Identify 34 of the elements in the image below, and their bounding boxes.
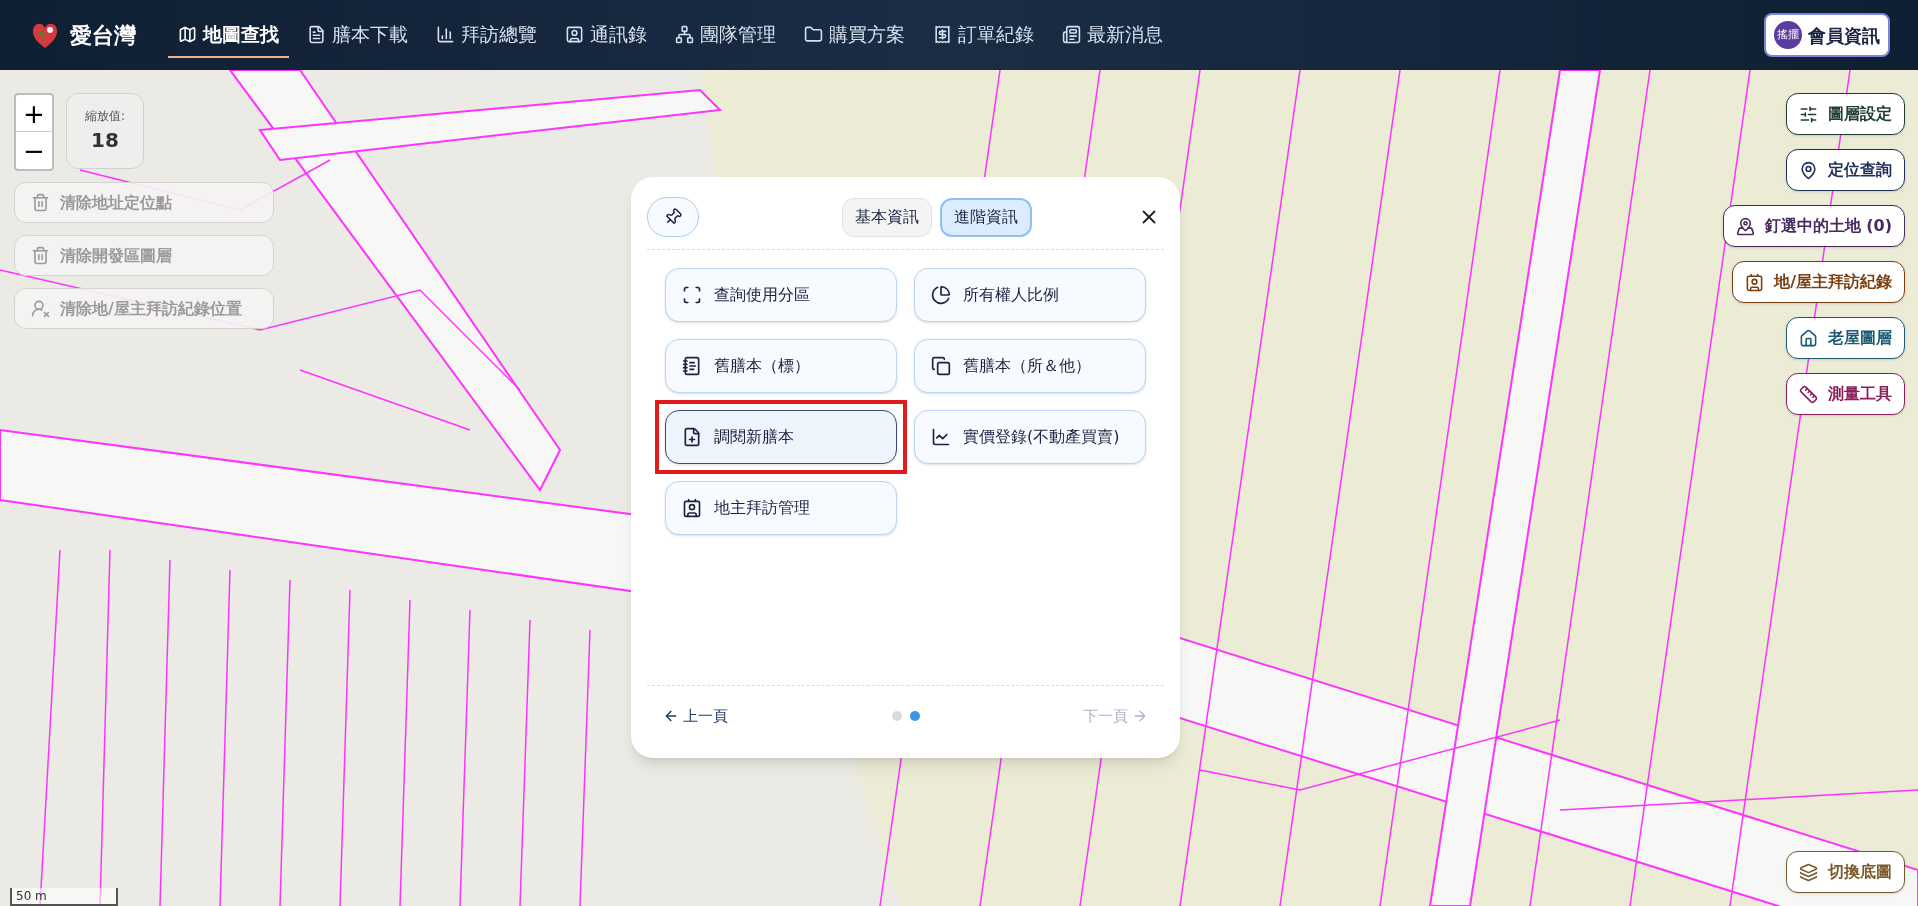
- action-button[interactable]: 實價登錄(不動產買賣): [914, 410, 1146, 464]
- action-button[interactable]: 查詢使用分區: [665, 268, 897, 322]
- avatar-badge: 搖擺: [1774, 21, 1802, 49]
- app-name: 愛台灣: [70, 21, 136, 50]
- action-button[interactable]: 調閱新膳本: [665, 410, 897, 464]
- zoom-in-button[interactable]: +: [16, 95, 52, 132]
- action-button[interactable]: 所有權人比例: [914, 268, 1146, 322]
- zoom-out-button[interactable]: −: [16, 132, 52, 169]
- map-tool-button[interactable]: 測量工具: [1786, 373, 1905, 415]
- tab[interactable]: 進階資訊: [939, 197, 1032, 237]
- nav-link[interactable]: 最新消息: [1052, 11, 1173, 59]
- previous-page-button[interactable]: 上一頁: [663, 704, 728, 728]
- action-button[interactable]: 地主拜訪管理: [665, 481, 897, 535]
- nav-link[interactable]: 通訊錄: [555, 11, 657, 59]
- zoom-label: 縮放值:: [84, 108, 125, 125]
- map-tool-button[interactable]: 老屋圖層: [1786, 317, 1905, 359]
- map-tool-button[interactable]: 定位查詢: [1786, 149, 1905, 191]
- switch-base-map-button[interactable]: 切換底圖: [1786, 851, 1905, 893]
- account-label: 會員資訊: [1808, 23, 1880, 48]
- scale-label: 50 m: [16, 889, 47, 903]
- nav-link[interactable]: 團隊管理: [665, 11, 786, 59]
- map-tool-button[interactable]: 地/屋主拜訪紀錄: [1732, 261, 1905, 303]
- action-button[interactable]: 舊膳本（所＆他）: [914, 339, 1146, 393]
- map-tool-button[interactable]: 圖層設定: [1786, 93, 1905, 135]
- nav-link[interactable]: 購買方案: [794, 11, 915, 59]
- zoom-value: 18: [91, 127, 119, 154]
- map-tool-button[interactable]: 釘選中的土地 (0): [1722, 205, 1905, 247]
- nav-link[interactable]: 訂單紀錄: [923, 11, 1044, 59]
- account-button[interactable]: 搖擺 會員資訊: [1764, 13, 1890, 57]
- nav-link[interactable]: 膳本下載: [297, 11, 418, 59]
- action-button[interactable]: 舊膳本（標）: [665, 339, 897, 393]
- nav-link[interactable]: 地圖查找: [168, 11, 289, 59]
- tab[interactable]: 基本資訊: [841, 197, 932, 237]
- nav-link[interactable]: 拜訪總覽: [426, 11, 547, 59]
